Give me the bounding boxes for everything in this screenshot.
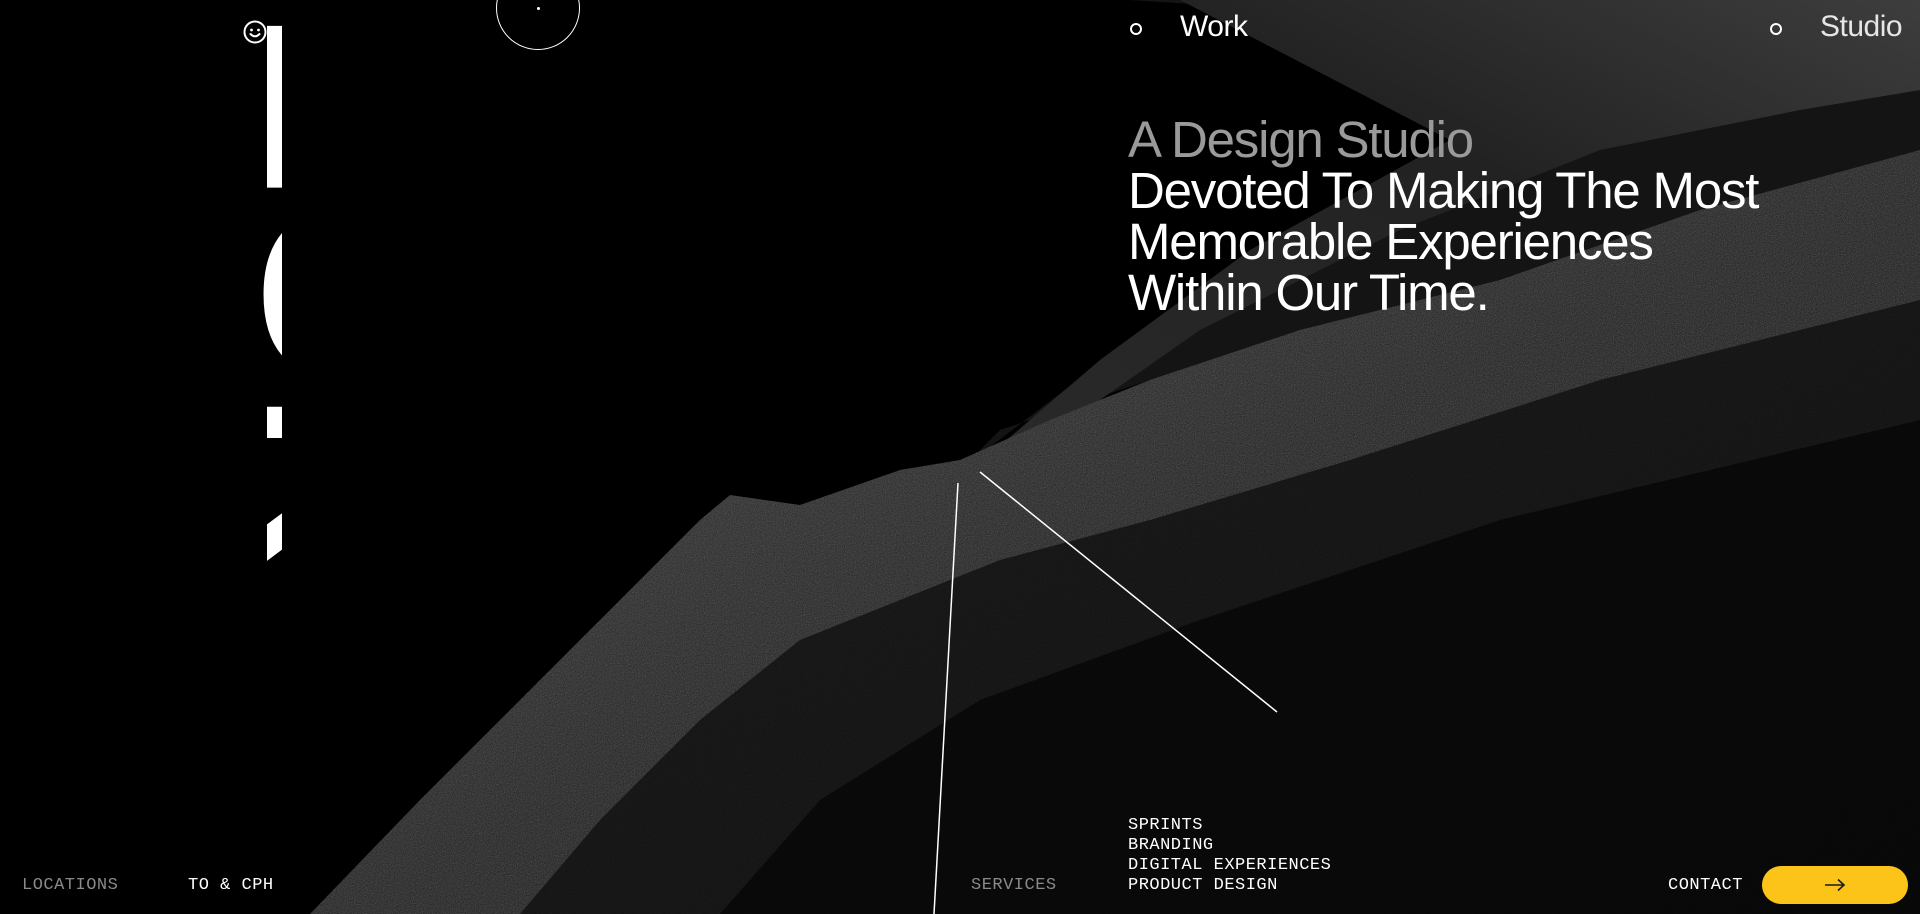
page: 28k 28k Work Studio A Design Studio Devo… [0, 0, 1920, 914]
nav-work-link[interactable]: Work [1130, 10, 1248, 44]
locations-value: TO & CPH [188, 876, 274, 895]
service-item-product-design: PRODUCT DESIGN [1128, 876, 1278, 895]
hero-tagline: A Design Studio Devoted To Making The Mo… [1128, 114, 1848, 318]
nav-studio-label: Studio [1820, 10, 1903, 43]
smiley-icon[interactable] [242, 19, 268, 45]
contact-link[interactable]: CONTACT [1668, 876, 1743, 895]
hero-line-2: Memorable Experiences [1128, 213, 1654, 270]
contact-arrow-button[interactable] [1762, 866, 1908, 904]
nav-studio-link[interactable]: Studio [1770, 10, 1903, 44]
locations-label: LOCATIONS [22, 876, 119, 895]
services-label: SERVICES [971, 876, 1057, 895]
service-item-branding: BRANDING [1128, 836, 1214, 855]
service-item-sprints: SPRINTS [1128, 816, 1203, 835]
hero-line-3: Within Our Time. [1128, 264, 1490, 321]
cursor-dot [537, 7, 540, 10]
services-list: SPRINTS BRANDING DIGITAL EXPERIENCES PRO… [1128, 816, 1331, 896]
arrow-right-icon [1825, 878, 1846, 892]
nav-work-label: Work [1180, 10, 1248, 43]
nav-studio-circle-icon [1770, 23, 1782, 35]
service-item-digital-experiences: DIGITAL EXPERIENCES [1128, 856, 1332, 875]
nav-work-circle-icon [1130, 23, 1142, 35]
logo-28k[interactable]: 28k 28k [12, 8, 282, 818]
hero-line-1: Devoted To Making The Most [1128, 162, 1759, 219]
hero-lead: A Design Studio [1128, 111, 1474, 168]
logo-text: 28k [191, 8, 282, 566]
